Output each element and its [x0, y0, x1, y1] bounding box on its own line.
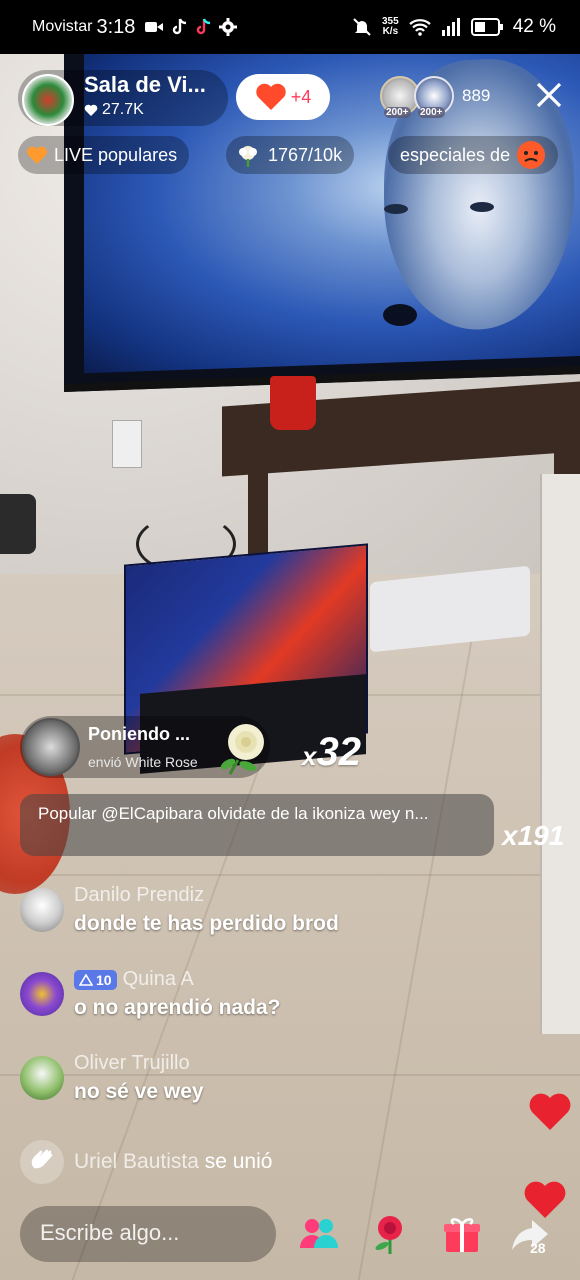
popular-message[interactable]: Popular @ElCapibara olvidate de la ikoni…	[20, 794, 494, 856]
chat-avatar[interactable]	[20, 1056, 64, 1100]
network-speed: 355 K/s	[382, 17, 399, 37]
join-notification: Uriel Bautista se unió	[20, 1140, 450, 1184]
wall-outlet	[112, 420, 142, 468]
chat-username[interactable]: Danilo Prendiz	[74, 884, 204, 907]
chat-avatar[interactable]	[20, 888, 64, 932]
live-pills: LIVE populares 1767/10k especiales de	[18, 136, 578, 176]
comment-input[interactable]: Escribe algo...	[20, 1206, 276, 1262]
rose-gift-icon[interactable]	[368, 1212, 412, 1256]
popular-message-text: Popular @ElCapibara olvidate de la ikoni…	[38, 804, 429, 823]
wifi-icon	[408, 19, 431, 36]
flame-icon	[27, 146, 47, 164]
goal-progress-value: 1767/10k	[268, 144, 343, 165]
close-icon[interactable]	[534, 80, 564, 110]
chat-message[interactable]: Danilo Prendiz donde te has perdido brod	[20, 880, 450, 940]
chat-username-text: Oliver Trujillo	[74, 1052, 190, 1074]
level-badge: 10	[74, 969, 117, 990]
gift-combo-count: 32	[316, 730, 361, 774]
live-popular-label: LIVE populares	[54, 144, 178, 165]
chat-text: no sé ve wey	[74, 1080, 204, 1103]
host-likes: 27.7K	[84, 101, 144, 119]
video-camera-icon	[145, 22, 164, 32]
door-frame	[540, 474, 580, 1034]
chat-message[interactable]: Oliver Trujillo no sé ve wey	[20, 1048, 450, 1108]
do-not-disturb-bell-icon	[353, 18, 371, 36]
host-info[interactable]: Sala de Vi... 27.7K	[18, 70, 228, 126]
gift-box-icon[interactable]	[440, 1212, 484, 1256]
viewer-badge: 200+	[418, 107, 445, 118]
battery-icon	[470, 18, 503, 36]
tiktok-icon	[173, 18, 187, 35]
waving-hand-icon	[20, 1140, 64, 1184]
popular-combo: x191	[502, 820, 565, 851]
network-speed-unit: K/s	[382, 26, 399, 37]
top-viewer-avatar[interactable]: 200+	[414, 76, 454, 118]
join-username[interactable]: Uriel Bautista	[74, 1150, 199, 1173]
live-header: Sala de Vi... 27.7K +4 200+ 200+ 889	[18, 70, 568, 126]
chat-avatar[interactable]	[20, 972, 64, 1016]
gift-sender-name: Poniendo ...	[88, 724, 190, 744]
chat-username-text: Danilo Prendiz	[74, 884, 205, 906]
chat-text: donde te has perdido brod	[74, 912, 339, 935]
specials-pill[interactable]: especiales de	[388, 136, 559, 174]
follow-button[interactable]: +4	[236, 74, 330, 120]
white-rose-icon	[220, 724, 264, 775]
flower-icon	[239, 146, 257, 167]
host-likes-count: 27.7K	[102, 101, 144, 118]
carrier-label: Movistar	[32, 18, 93, 35]
red-mug	[270, 376, 316, 430]
multi-guest-icon[interactable]	[296, 1212, 340, 1256]
share-count: 28	[530, 1240, 546, 1256]
viewer-count[interactable]: 889	[462, 86, 490, 106]
gift-combo: x32	[302, 730, 361, 775]
specials-label: especiales de	[400, 144, 511, 165]
host-avatar[interactable]	[22, 74, 74, 126]
host-name[interactable]: Sala de Vi...	[84, 72, 206, 98]
live-popular-pill[interactable]: LIVE populares	[18, 136, 190, 174]
chat-text: o no aprendió nada?	[74, 996, 281, 1019]
heart-icon	[84, 104, 98, 116]
chat-username-text: Quina A	[122, 968, 194, 990]
goal-progress-pill[interactable]: 1767/10k	[226, 136, 355, 174]
tiktok-lite-icon	[197, 18, 211, 35]
gift-sent-text: envió White Rose	[88, 754, 198, 770]
status-bar: Movistar 3:18 355 K/s 42 %	[0, 0, 580, 54]
clock: 3:18	[96, 15, 136, 38]
heart-icon	[256, 83, 286, 110]
gift-combo-prefix: x	[302, 741, 317, 771]
signal-icon	[441, 18, 460, 36]
viewer-badge: 200+	[384, 107, 411, 118]
chat-username[interactable]: 10 Quina A	[74, 968, 194, 991]
level-triangle-icon	[79, 973, 93, 986]
speaker	[0, 494, 36, 554]
angry-face-icon	[517, 141, 546, 169]
gift-sender-avatar[interactable]	[22, 718, 80, 776]
level-badge-value: 10	[96, 971, 112, 988]
battery-percent: 42 %	[512, 16, 556, 37]
join-text: se unió	[204, 1150, 273, 1173]
follow-count: +4	[290, 86, 312, 107]
chat-username[interactable]: Oliver Trujillo	[74, 1052, 190, 1075]
settings-gear-icon	[219, 18, 238, 36]
floating-heart-icon	[529, 1093, 571, 1130]
chat-message[interactable]: 10 Quina A o no aprendió nada?	[20, 964, 450, 1024]
